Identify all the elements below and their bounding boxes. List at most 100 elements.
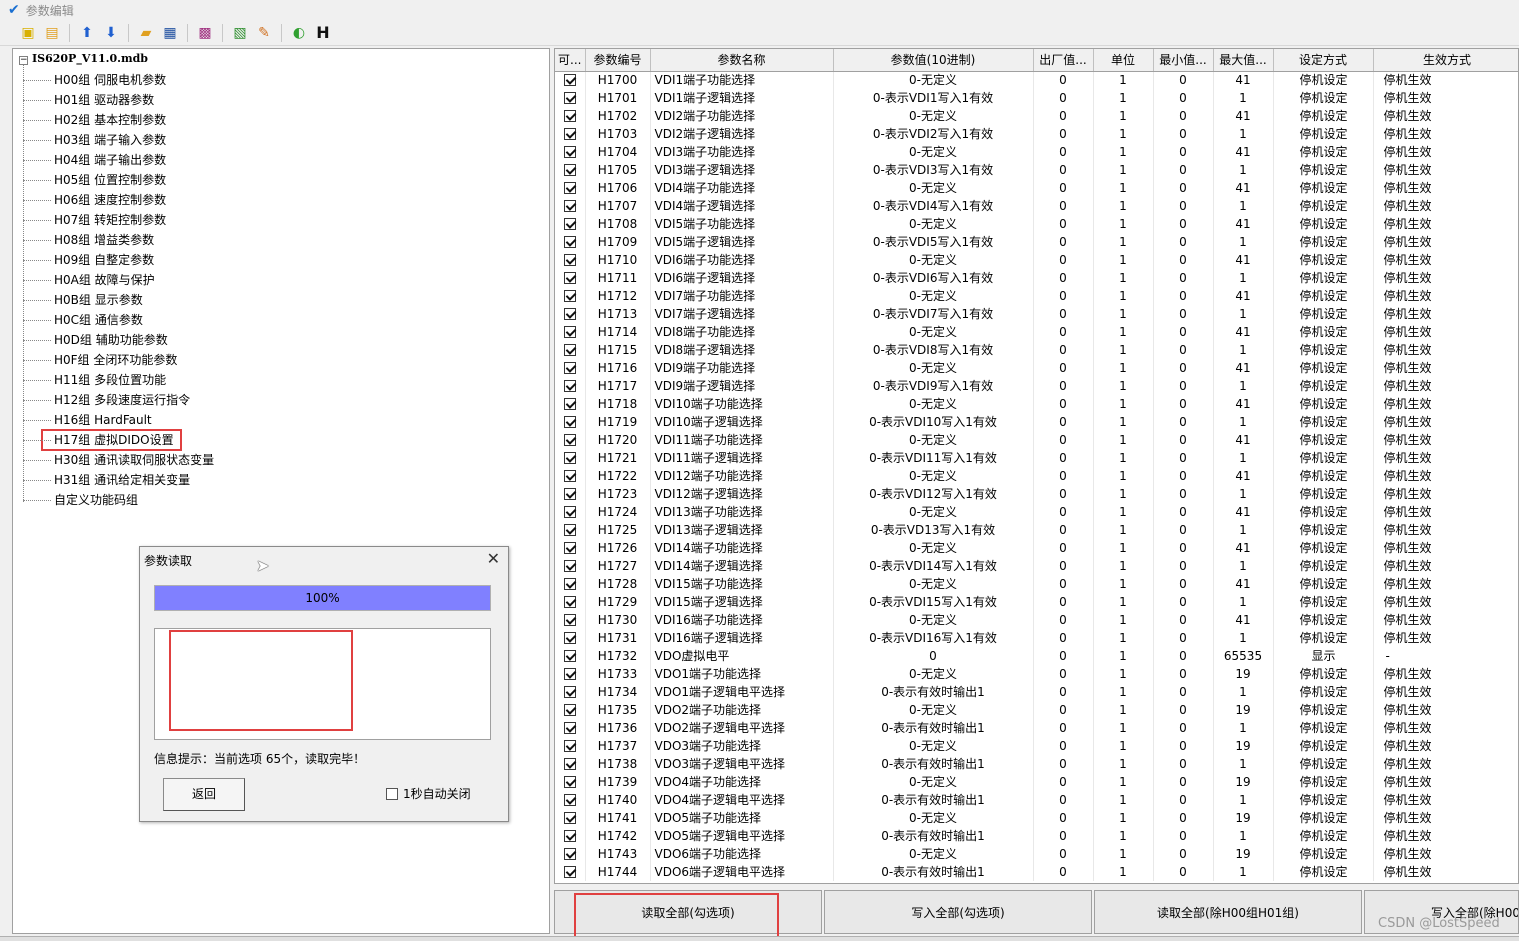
column-header[interactable]: 参数名称 [650,49,834,72]
row-checkbox-cell[interactable] [555,467,586,485]
table-row[interactable]: H1739 VDO4端子功能选择 0-无定义 0 1 0 19 停机设定 停机生效 [555,773,1518,791]
table-row[interactable]: H1726 VDI14端子功能选择 0-无定义 0 1 0 41 停机设定 停机生效 [555,539,1518,557]
row-checkbox-cell[interactable] [555,521,586,539]
h-button[interactable]: H [313,23,333,43]
row-checkbox[interactable] [563,218,576,230]
contrast-icon[interactable]: ◐ [289,23,309,43]
row-checkbox-cell[interactable] [555,791,586,809]
tree-root[interactable]: − IS620P_V11.0.mdb [19,52,148,65]
table-row[interactable]: H1729 VDI15端子逻辑选择 0-表示VDI15写入1有效 0 1 0 1 停机设定 停机… [555,593,1518,611]
row-checkbox[interactable] [563,740,576,752]
row-checkbox-cell[interactable] [555,143,586,161]
row-checkbox-cell[interactable] [555,251,586,269]
table-row[interactable]: H1719 VDI10端子逻辑选择 0-表示VDI10写入1有效 0 1 0 1 停机设定 停机… [555,413,1518,431]
table-row[interactable]: H1708 VDI5端子功能选择 0-无定义 0 1 0 41 停机设定 停机生效 [555,215,1518,233]
open-folder-icon[interactable]: ▤ [42,23,62,43]
row-checkbox[interactable] [563,272,576,284]
tree-item[interactable]: H01组 驱动器参数 [22,91,154,109]
row-checkbox[interactable] [563,776,576,788]
table-row[interactable]: H1744 VDO6端子逻辑电平选择 0-表示有效时输出1 0 1 0 1 停机设定 停机生效 [555,863,1518,881]
row-checkbox-cell[interactable] [555,449,586,467]
row-checkbox[interactable] [563,488,576,500]
row-checkbox-cell[interactable] [555,71,586,89]
tree-item[interactable]: 自定义功能码组 [22,491,138,509]
tree-item[interactable]: H12组 多段速度运行指令 [22,391,190,409]
row-checkbox[interactable] [563,866,576,878]
row-checkbox-cell[interactable] [555,647,586,665]
row-checkbox-cell[interactable] [555,359,586,377]
row-checkbox[interactable] [563,848,576,860]
row-checkbox[interactable] [563,650,576,662]
column-header[interactable]: 出厂值... [1033,49,1094,72]
table-row[interactable]: H1732 VDO虚拟电平 0 0 1 0 65535 显示 - [555,647,1518,665]
column-header[interactable]: 最小值... [1153,49,1214,72]
table-row[interactable]: H1704 VDI3端子功能选择 0-无定义 0 1 0 41 停机设定 停机生效 [555,143,1518,161]
table-row[interactable]: H1733 VDO1端子功能选择 0-无定义 0 1 0 19 停机设定 停机生效 [555,665,1518,683]
row-checkbox[interactable] [563,506,576,518]
row-checkbox[interactable] [563,254,576,266]
row-checkbox-cell[interactable] [555,539,586,557]
table-row[interactable]: H1714 VDI8端子功能选择 0-无定义 0 1 0 41 停机设定 停机生效 [555,323,1518,341]
tree-item[interactable]: H03组 端子输入参数 [22,131,166,149]
row-checkbox-cell[interactable] [555,737,586,755]
row-checkbox[interactable] [563,146,576,158]
table-row[interactable]: H1720 VDI11端子功能选择 0-无定义 0 1 0 41 停机设定 停机生效 [555,431,1518,449]
row-checkbox-cell[interactable] [555,683,586,701]
table-row[interactable]: H1702 VDI2端子功能选择 0-无定义 0 1 0 41 停机设定 停机生效 [555,107,1518,125]
tree-item[interactable]: H30组 通讯读取伺服状态变量 [22,451,214,469]
calculator-icon[interactable]: ▩ [195,23,215,43]
row-checkbox[interactable] [563,470,576,482]
row-checkbox-cell[interactable] [555,377,586,395]
row-checkbox[interactable] [563,722,576,734]
row-checkbox[interactable] [563,560,576,572]
row-checkbox[interactable] [563,74,576,87]
table-row[interactable]: H1727 VDI14端子逻辑选择 0-表示VDI14写入1有效 0 1 0 1 停机设定 停机… [555,557,1518,575]
table-row[interactable]: H1701 VDI1端子逻辑选择 0-表示VDI1写入1有效 0 1 0 1 停机设定 停机生效 [555,89,1518,107]
write-all-checked-button[interactable]: 写入全部(勾选项) [824,890,1092,934]
folder-icon[interactable]: ▰ [136,23,156,43]
table-row[interactable]: H1730 VDI16端子功能选择 0-无定义 0 1 0 41 停机设定 停机生效 [555,611,1518,629]
row-checkbox-cell[interactable] [555,89,586,107]
row-checkbox-cell[interactable] [555,863,586,881]
row-checkbox[interactable] [563,812,576,824]
tree-item[interactable]: H0C组 通信参数 [23,311,143,329]
table-row[interactable]: H1703 VDI2端子逻辑选择 0-表示VDI2写入1有效 0 1 0 1 停机设定 停机生效 [555,125,1518,143]
table-row[interactable]: H1716 VDI9端子功能选择 0-无定义 0 1 0 41 停机设定 停机生效 [555,359,1518,377]
column-header[interactable]: 可... [555,49,586,72]
row-checkbox-cell[interactable] [555,629,586,647]
tree-item[interactable]: H0F组 全闭环功能参数 [22,351,177,369]
table-row[interactable]: H1718 VDI10端子功能选择 0-无定义 0 1 0 41 停机设定 停机生效 [555,395,1518,413]
row-checkbox-cell[interactable] [555,593,586,611]
table-row[interactable]: H1717 VDI9端子逻辑选择 0-表示VDI9写入1有效 0 1 0 1 停机设定 停机生效 [555,377,1518,395]
tree-item[interactable]: H17组 虚拟DIDO设置 [23,429,182,451]
export-icon[interactable]: ▧ [230,23,250,43]
row-checkbox[interactable] [563,110,576,122]
row-checkbox-cell[interactable] [555,809,586,827]
table-row[interactable]: H1725 VDI13端子逻辑选择 0-表示VD13写入1有效 0 1 0 1 停机设定 停机生… [555,521,1518,539]
table-row[interactable]: H1713 VDI7端子逻辑选择 0-表示VDI7写入1有效 0 1 0 1 停机设定 停机生效 [555,305,1518,323]
table-row[interactable]: H1740 VDO4端子逻辑电平选择 0-表示有效时输出1 0 1 0 1 停机设定 停机生效 [555,791,1518,809]
arrow-down-icon[interactable]: ⬇ [101,23,121,43]
back-button[interactable]: 返回 [163,778,245,811]
collapse-icon[interactable]: − [19,56,28,65]
auto-close-option[interactable]: 1秒自动关闭 [386,785,471,802]
column-header[interactable]: 设定方式 [1273,49,1374,72]
row-checkbox-cell[interactable] [555,179,586,197]
row-checkbox[interactable] [563,452,576,464]
column-header[interactable]: 最大值... [1213,49,1274,72]
save-icon[interactable]: ▦ [160,23,180,43]
edit-user-icon[interactable]: ✎ [254,23,274,43]
close-icon[interactable]: ✕ [487,549,500,568]
tree-item[interactable]: H16组 HardFault [23,411,152,429]
new-file-icon[interactable]: ▣ [18,23,38,43]
table-row[interactable]: H1722 VDI12端子功能选择 0-无定义 0 1 0 41 停机设定 停机生效 [555,467,1518,485]
column-header[interactable]: 参数编号 [585,49,651,72]
row-checkbox[interactable] [563,92,576,104]
row-checkbox[interactable] [563,380,576,392]
row-checkbox[interactable] [563,542,576,554]
tree-item[interactable]: H02组 基本控制参数 [22,111,166,129]
row-checkbox-cell[interactable] [555,125,586,143]
row-checkbox[interactable] [563,596,576,608]
table-row[interactable]: H1707 VDI4端子逻辑选择 0-表示VDI4写入1有效 0 1 0 1 停机设定 停机生效 [555,197,1518,215]
row-checkbox[interactable] [563,200,576,212]
